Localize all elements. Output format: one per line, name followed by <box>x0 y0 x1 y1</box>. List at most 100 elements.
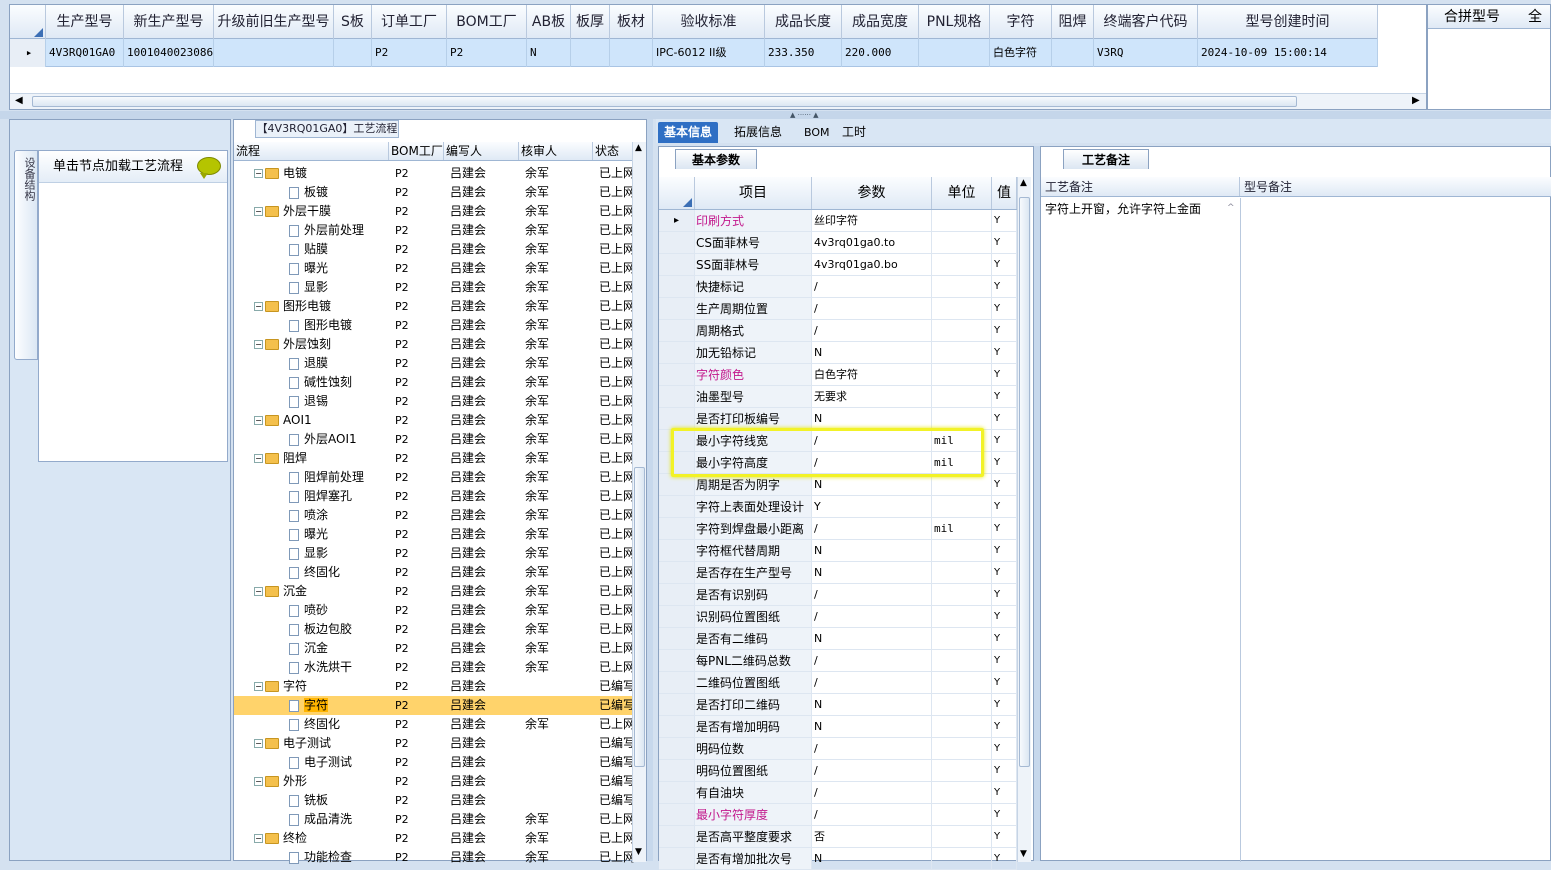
flow-vertical-scrollbar[interactable]: ▲ ▼ <box>632 142 646 862</box>
table-cell[interactable]: 白色字符 <box>990 39 1052 67</box>
scroll-down-icon[interactable]: ▼ <box>635 847 642 857</box>
tab-basic-info[interactable]: 基本信息 <box>658 122 719 143</box>
table-cell[interactable]: 233.350 <box>765 39 842 67</box>
param-cell-v[interactable]: Y <box>992 782 1017 803</box>
row-header[interactable] <box>659 562 695 583</box>
tree-row[interactable]: 板镀 P2 吕建会 余军 已上网 <box>234 183 634 202</box>
table-cell[interactable]: 2024-10-09 15:00:14 <box>1198 39 1378 67</box>
tree-row[interactable]: − 外层干膜 P2 吕建会 余军 已上网 <box>234 202 634 221</box>
param-cell-param[interactable]: / <box>812 804 932 825</box>
table-cell[interactable]: IPC-6012 II级 <box>653 39 765 67</box>
param-cell-v[interactable]: Y <box>992 276 1017 297</box>
tab-process-notes[interactable]: 工艺备注 <box>1063 149 1149 169</box>
param-cell-param[interactable]: N <box>812 342 932 363</box>
param-cell-unit[interactable] <box>932 540 992 561</box>
row-header[interactable] <box>659 386 695 407</box>
table-cell[interactable] <box>919 39 990 67</box>
param-cell-v[interactable]: Y <box>992 298 1017 319</box>
scroll-down-icon[interactable]: ▼ <box>1020 849 1027 859</box>
param-cell-v[interactable]: Y <box>992 254 1017 275</box>
param-row[interactable]: 二维码位置图纸 / Y <box>659 672 1017 694</box>
tree-row[interactable]: − 阻焊 P2 吕建会 余军 已上网 <box>234 449 634 468</box>
param-row[interactable]: SS面菲林号 4v3rq01ga0.bo Y <box>659 254 1017 276</box>
flow-col-reviewer[interactable]: 核审人 <box>519 142 593 160</box>
param-cell-unit[interactable] <box>932 562 992 583</box>
param-row[interactable]: 明码位数 / Y <box>659 738 1017 760</box>
param-row[interactable]: 是否有增加批次号 N Y <box>659 848 1017 870</box>
param-cell-v[interactable]: Y <box>992 716 1017 737</box>
row-header[interactable] <box>659 782 695 803</box>
param-cell-v[interactable]: Y <box>992 694 1017 715</box>
table-cell[interactable]: P2 <box>447 39 527 67</box>
param-cell-param[interactable]: 丝印字符 <box>812 210 932 231</box>
tree-row[interactable]: − 电镀 P2 吕建会 余军 已上网 <box>234 164 634 183</box>
param-cell-param[interactable]: / <box>812 760 932 781</box>
param-cell-param[interactable]: 4v3rq01ga0.to <box>812 232 932 253</box>
param-cell-unit[interactable] <box>932 320 992 341</box>
row-header[interactable] <box>659 342 695 363</box>
row-header[interactable] <box>659 760 695 781</box>
row-header[interactable] <box>659 716 695 737</box>
table-cell[interactable]: 4V3RQ01GA0 <box>46 39 124 67</box>
table-cell[interactable]: V3RQ <box>1094 39 1198 67</box>
param-cell-param[interactable]: 白色字符 <box>812 364 932 385</box>
tree-row[interactable]: 显影 P2 吕建会 余军 已上网 <box>234 278 634 297</box>
param-cell-v[interactable]: Y <box>992 474 1017 495</box>
top-col-header[interactable]: PNL规格 <box>919 5 990 39</box>
param-cell-param[interactable]: / <box>812 672 932 693</box>
collapse-toggle-icon[interactable]: − <box>254 587 263 596</box>
tree-row[interactable]: 碱性蚀刻 P2 吕建会 余军 已上网 <box>234 373 634 392</box>
top-col-header[interactable]: 板厚 <box>571 5 610 39</box>
top-col-header[interactable]: 验收标准 <box>653 5 765 39</box>
param-row[interactable]: 最小字符厚度 / Y <box>659 804 1017 826</box>
notes-col-model[interactable]: 型号备注 <box>1240 177 1551 196</box>
param-cell-unit[interactable] <box>932 848 992 869</box>
param-cell-v[interactable]: Y <box>992 650 1017 671</box>
param-cell-v[interactable]: Y <box>992 496 1017 517</box>
tree-row[interactable]: − 外层蚀刻 P2 吕建会 余军 已上网 <box>234 335 634 354</box>
param-row[interactable]: 字符到焊盘最小距离 / mil Y <box>659 518 1017 540</box>
row-header[interactable] <box>659 254 695 275</box>
horizontal-scrollbar[interactable]: ◀ ▶ <box>10 93 1426 109</box>
param-cell-v[interactable]: Y <box>992 672 1017 693</box>
scroll-up-icon[interactable]: ^ <box>1227 203 1235 213</box>
top-col-header[interactable]: 成品长度 <box>765 5 842 39</box>
collapse-toggle-icon[interactable]: − <box>254 682 263 691</box>
param-row[interactable]: 加无铅标记 N Y <box>659 342 1017 364</box>
row-header[interactable] <box>659 804 695 825</box>
params-col-unit[interactable]: 单位 <box>932 177 992 209</box>
param-cell-unit[interactable] <box>932 694 992 715</box>
param-cell-unit[interactable] <box>932 276 992 297</box>
tree-row[interactable]: 曝光 P2 吕建会 余军 已上网 <box>234 259 634 278</box>
flow-col-process[interactable]: 流程 <box>234 142 389 160</box>
param-cell-param[interactable]: / <box>812 584 932 605</box>
scroll-right-icon[interactable]: ▶ <box>1412 95 1420 106</box>
tree-row[interactable]: 成品清洗 P2 吕建会 余军 已上网 <box>234 810 634 829</box>
param-cell-unit[interactable] <box>932 496 992 517</box>
param-row[interactable]: 有自油块 / Y <box>659 782 1017 804</box>
param-cell-v[interactable]: Y <box>992 540 1017 561</box>
param-row[interactable]: 字符颜色 白色字符 Y <box>659 364 1017 386</box>
scroll-thumb[interactable] <box>1019 197 1030 767</box>
param-row[interactable]: 是否有识别码 / Y <box>659 584 1017 606</box>
param-cell-v[interactable]: Y <box>992 364 1017 385</box>
tree-row[interactable]: 喷砂 P2 吕建会 余军 已上网 <box>234 601 634 620</box>
top-col-header[interactable]: 成品宽度 <box>842 5 919 39</box>
param-cell-unit[interactable] <box>932 386 992 407</box>
collapse-toggle-icon[interactable]: − <box>254 302 263 311</box>
tree-row[interactable]: 阻焊前处理 P2 吕建会 余军 已上网 <box>234 468 634 487</box>
param-cell-v[interactable]: Y <box>992 606 1017 627</box>
param-cell-param[interactable]: / <box>812 518 932 539</box>
row-header[interactable] <box>659 584 695 605</box>
param-cell-unit[interactable] <box>932 650 992 671</box>
param-cell-param[interactable]: N <box>812 474 932 495</box>
param-cell-param[interactable]: / <box>812 276 932 297</box>
param-cell-unit[interactable] <box>932 738 992 759</box>
param-cell-unit[interactable] <box>932 606 992 627</box>
row-header[interactable] <box>659 650 695 671</box>
top-col-header[interactable]: 板材 <box>610 5 653 39</box>
param-cell-v[interactable]: Y <box>992 760 1017 781</box>
param-cell-unit[interactable] <box>932 210 992 231</box>
tree-row[interactable]: 功能检查 P2 吕建会 余军 已上网 <box>234 848 634 867</box>
scroll-thumb[interactable] <box>634 467 645 767</box>
